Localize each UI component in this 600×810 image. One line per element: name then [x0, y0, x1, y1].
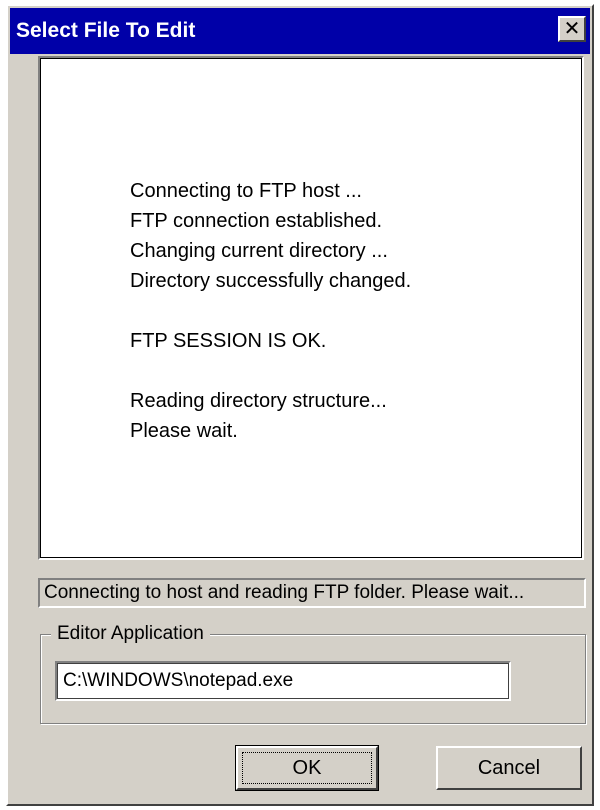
editor-application-group: Editor Application [40, 621, 586, 724]
close-icon: ✕ [563, 18, 581, 40]
title-bar[interactable]: Select File To Edit ✕ [10, 8, 590, 54]
focus-rect [242, 752, 372, 784]
ok-button[interactable]: OK [235, 745, 379, 791]
connection-log-panel: Connecting to FTP host ... FTP connectio… [38, 56, 584, 560]
editor-path-input[interactable] [55, 661, 511, 701]
close-button[interactable]: ✕ [558, 16, 586, 42]
select-file-dialog: Select File To Edit ✕ Connecting to FTP … [6, 4, 594, 806]
log-line: Connecting to FTP host ... [130, 180, 362, 202]
cancel-button-label: Cancel [477, 757, 541, 779]
status-bar: Connecting to host and reading FTP folde… [38, 578, 586, 608]
log-line: FTP connection established. [130, 210, 383, 232]
log-line: FTP SESSION IS OK. [130, 330, 327, 352]
log-line: Changing current directory ... [130, 240, 388, 262]
log-line: Please wait. [130, 420, 238, 442]
log-line: Reading directory structure... [130, 390, 387, 412]
window-title: Select File To Edit [16, 19, 196, 42]
cancel-button[interactable]: Cancel [436, 746, 582, 790]
log-line-blank [130, 356, 411, 386]
connection-log: Connecting to FTP host ... FTP connectio… [130, 176, 411, 446]
log-line-blank [130, 296, 411, 326]
log-line: Directory successfully changed. [130, 270, 412, 292]
editor-application-label: Editor Application [51, 621, 210, 647]
